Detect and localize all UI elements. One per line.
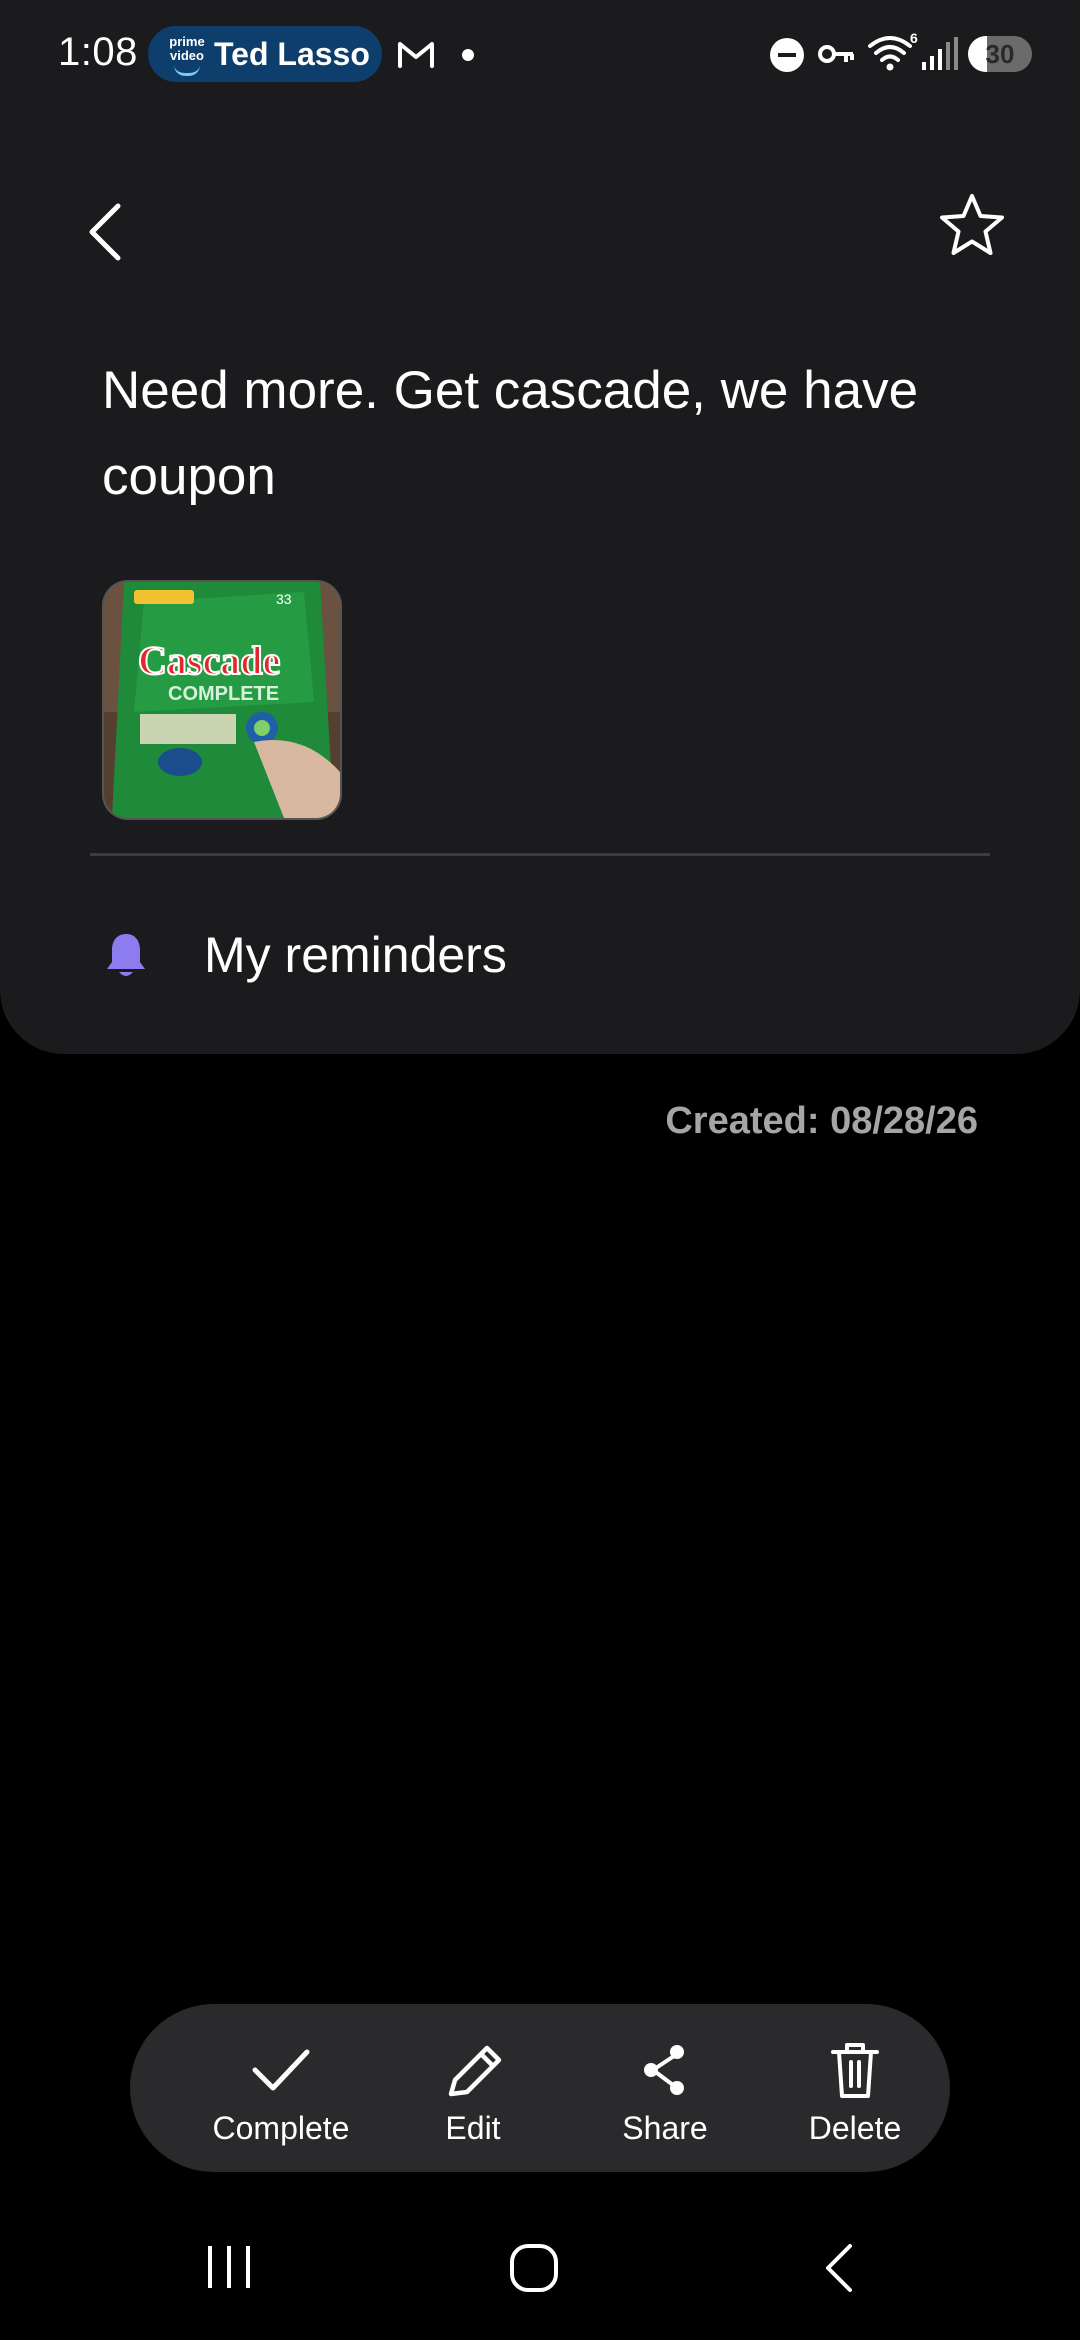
reminder-list-label[interactable]: My reminders bbox=[204, 926, 507, 984]
complete-button[interactable]: Complete bbox=[186, 2004, 376, 2172]
notification-dot-icon bbox=[462, 49, 474, 61]
wifi-icon: 6 bbox=[868, 32, 918, 71]
attachment-image[interactable]: Cascade COMPLETE 33 bbox=[102, 580, 342, 820]
bell-icon bbox=[107, 934, 145, 976]
reminder-text[interactable]: Need more. Get cascade, we have coupon bbox=[102, 348, 982, 520]
gmail-icon bbox=[398, 42, 434, 68]
now-playing-chip[interactable]: prime video Ted Lasso bbox=[148, 26, 382, 82]
delete-label: Delete bbox=[808, 2110, 902, 2146]
status-time: 1:08 bbox=[58, 30, 138, 74]
reminder-detail-screen: 1:08 prime video Ted Lasso 6 30 Need mor… bbox=[0, 0, 1080, 2340]
check-icon bbox=[252, 2049, 310, 2091]
home-icon[interactable] bbox=[508, 2242, 560, 2294]
back-button[interactable] bbox=[80, 192, 130, 272]
reminder-card: Need more. Get cascade, we have coupon C… bbox=[0, 108, 1080, 1054]
nav-back-icon[interactable] bbox=[818, 2240, 858, 2296]
delete-button[interactable]: Delete bbox=[760, 2004, 950, 2172]
battery-level: 30 bbox=[985, 39, 1015, 69]
cascade-package-image: Cascade COMPLETE 33 bbox=[104, 582, 340, 818]
bottom-action-bar: Complete Edit Share Delete bbox=[130, 2004, 950, 2172]
divider bbox=[90, 853, 990, 856]
do-not-disturb-icon bbox=[770, 38, 804, 72]
svg-text:6: 6 bbox=[910, 32, 918, 46]
trash-icon bbox=[831, 2043, 879, 2098]
svg-text:Cascade: Cascade bbox=[138, 638, 280, 683]
now-playing-title: Ted Lasso bbox=[214, 36, 370, 72]
favorite-star-button[interactable] bbox=[936, 190, 1008, 262]
edit-button[interactable]: Edit bbox=[378, 2004, 568, 2172]
complete-label: Complete bbox=[212, 2110, 350, 2146]
battery-indicator: 30 bbox=[968, 36, 1032, 72]
prime-video-logo: prime video bbox=[166, 35, 208, 76]
share-button[interactable]: Share bbox=[570, 2004, 760, 2172]
signal-strength-icon bbox=[922, 37, 958, 70]
share-icon bbox=[644, 2045, 684, 2095]
share-label: Share bbox=[622, 2110, 708, 2146]
system-navigation-bar bbox=[0, 2200, 1080, 2340]
status-bar: 1:08 prime video Ted Lasso 6 30 bbox=[0, 0, 1080, 108]
vpn-key-icon bbox=[818, 45, 854, 63]
recent-apps-icon[interactable] bbox=[204, 2242, 254, 2292]
edit-label: Edit bbox=[445, 2110, 501, 2146]
svg-text:COMPLETE: COMPLETE bbox=[168, 683, 279, 705]
created-date: Created: 08/28/26 bbox=[665, 1100, 978, 1142]
pencil-icon bbox=[448, 2045, 502, 2097]
svg-text:33: 33 bbox=[276, 591, 292, 607]
